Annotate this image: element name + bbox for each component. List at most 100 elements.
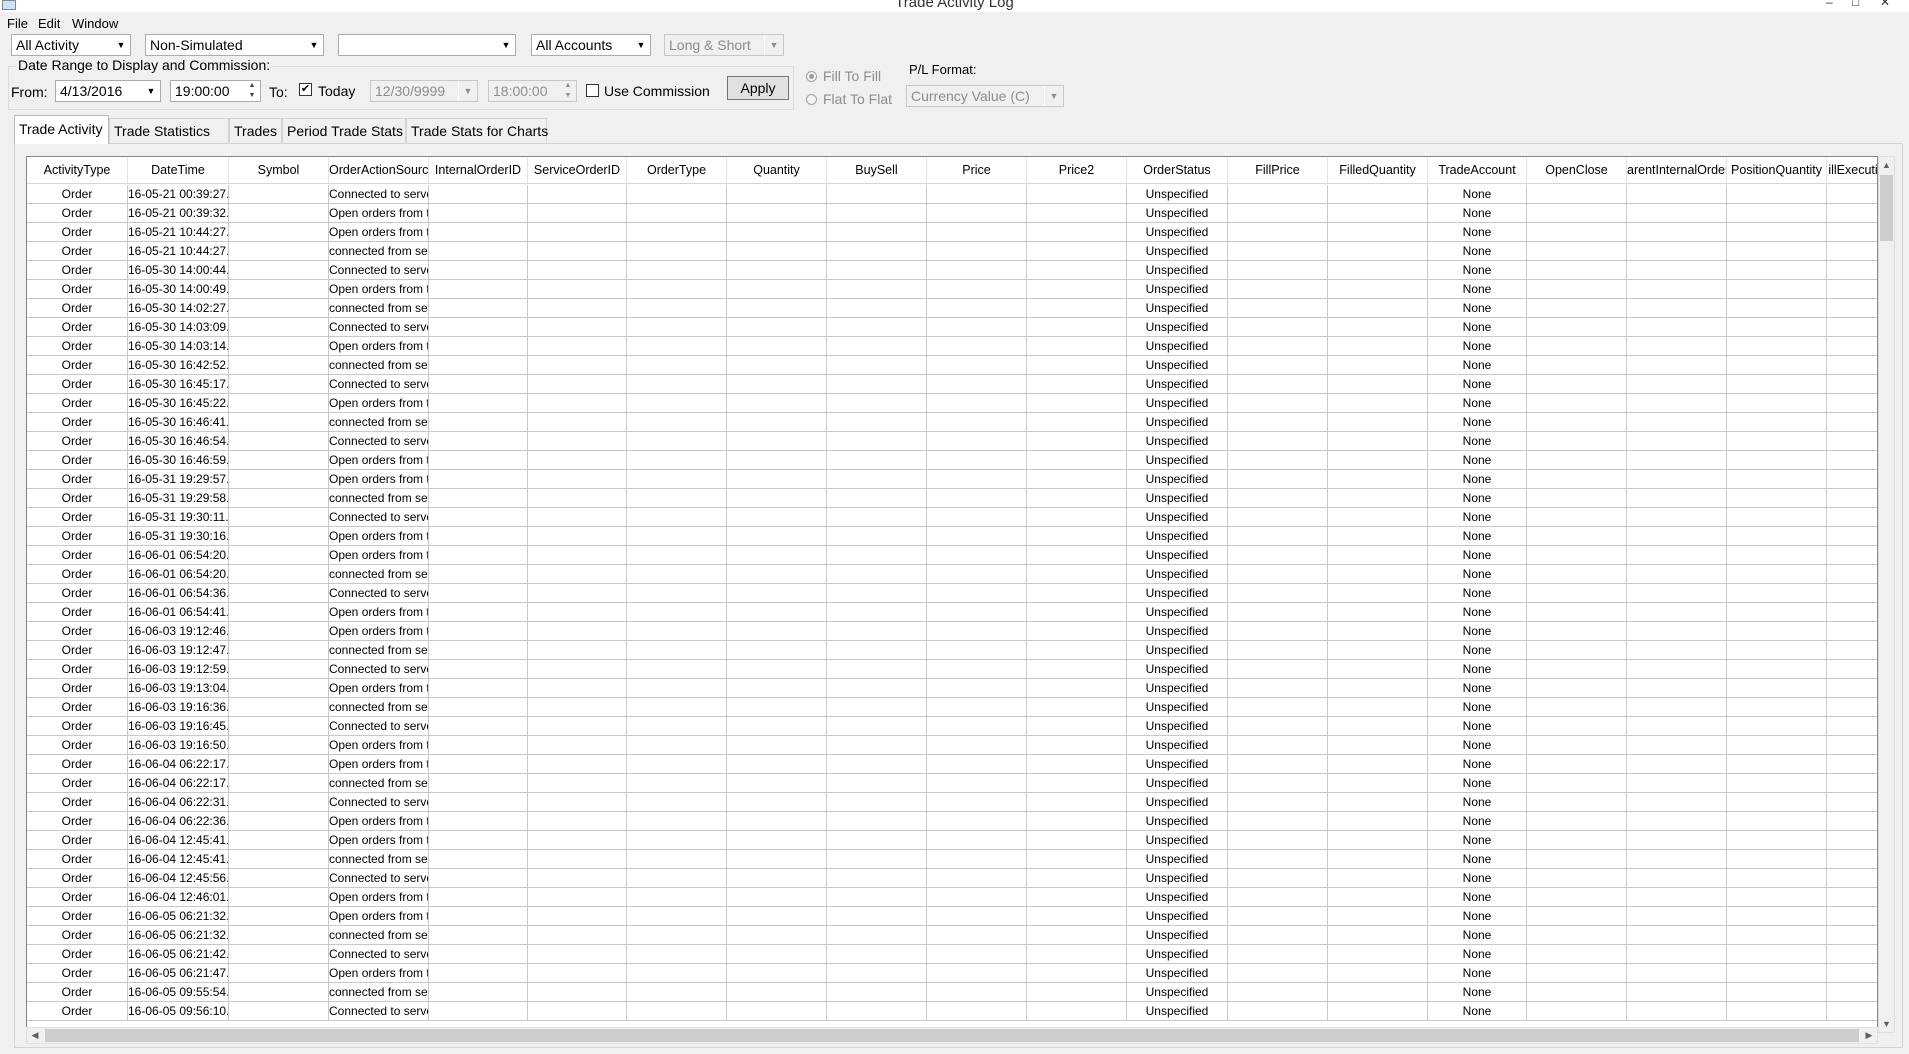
trade-activity-table[interactable]: ActivityType DateTime Symbol OrderActionSou… [26,156,1878,1033]
table-row[interactable]: Order 16-06-05 09:55:54.5 connected from s… [27,983,1877,1002]
to-date-picker[interactable]: 12/30/9999 ▼ [370,80,478,102]
table-row[interactable]: Order 16-06-04 06:22:17.4 Open orders from… [27,755,1877,774]
column-header[interactable]: OrderActionSource [329,157,429,184]
table-row[interactable]: Order 16-05-21 10:44:27.9 connected from s… [27,242,1877,261]
table-row[interactable]: Order 16-06-04 06:22:17.5 connected from s… [27,774,1877,793]
spinner-arrows-icon[interactable]: ▲ ▼ [560,81,576,101]
table-row[interactable]: Order 16-05-21 10:44:27.6 Open orders from… [27,223,1877,242]
scroll-left-icon[interactable]: ◀ [27,1028,43,1043]
table-row[interactable]: Order 16-06-04 06:22:36.6 Open orders from… [27,812,1877,831]
table-row[interactable]: Order 16-05-30 14:03:09.7 Connected to ser… [27,318,1877,337]
vertical-scroll-thumb[interactable] [1880,175,1893,241]
table-row[interactable]: Order 16-06-03 19:12:47.0 connected from s… [27,641,1877,660]
tab-trade-statistics[interactable]: Trade Statistics [109,118,229,143]
horizontal-scrollbar[interactable]: ◀ ▶ [26,1027,1878,1044]
table-row[interactable]: Order 16-06-03 19:16:36.7 connected from s… [27,698,1877,717]
table-row[interactable]: Order 16-06-05 06:21:47.2 Open orders from… [27,964,1877,983]
column-header[interactable]: FilledQuantity [1328,157,1428,184]
table-row[interactable]: Order 16-05-30 16:45:22.9 Open orders from… [27,394,1877,413]
scroll-down-icon[interactable]: ▼ [1879,1016,1894,1032]
accounts-filter-select[interactable]: All Accounts ▼ [531,34,651,56]
table-row[interactable]: Order 16-06-05 06:21:32.9 connected from s… [27,926,1877,945]
table-row[interactable]: Order 16-06-03 19:16:50.1 Open orders from… [27,736,1877,755]
horizontal-scroll-thumb[interactable] [45,1029,1859,1042]
table-row[interactable]: Order 16-05-31 19:29:57.5 Open orders from… [27,470,1877,489]
side-filter-select[interactable]: Long & Short ▼ [664,34,784,56]
column-header[interactable]: ActivityType [27,157,128,184]
simulation-filter-select[interactable]: Non-Simulated ▼ [145,34,324,56]
column-header[interactable]: ServiceOrderID [528,157,627,184]
column-header[interactable]: OrderType [627,157,727,184]
minimize-icon[interactable]: – [1826,0,1833,9]
spinner-arrows-icon[interactable]: ▲ ▼ [244,81,260,101]
table-row[interactable]: Order 16-06-04 12:45:41.4 Open orders from… [27,831,1877,850]
table-row[interactable]: Order 16-06-05 09:56:10.1 Connected to ser… [27,1002,1877,1021]
maximize-icon[interactable]: □ [1852,0,1859,9]
column-header[interactable]: InternalOrderID [429,157,528,184]
column-header[interactable]: BuySell [827,157,927,184]
table-row[interactable]: Order 16-06-05 06:21:32.6 Open orders from… [27,907,1877,926]
table-row[interactable]: Order 16-05-30 16:45:17.9 Connected to ser… [27,375,1877,394]
column-header[interactable]: Quantity [727,157,827,184]
table-row[interactable]: Order 16-05-21 00:39:32.5 Open orders from… [27,204,1877,223]
use-commission-checkbox[interactable] [586,84,599,97]
column-header[interactable]: illExecuti [1827,157,1877,184]
scroll-right-icon[interactable]: ▶ [1861,1028,1877,1043]
table-row[interactable]: Order 16-05-30 16:46:59.3 Open orders from… [27,451,1877,470]
flat-to-flat-radio[interactable] [806,94,817,105]
from-date-picker[interactable]: 4/13/2016 ▼ [55,80,161,102]
table-row[interactable]: Order 16-06-04 12:45:56.3 Connected to ser… [27,869,1877,888]
activity-filter-select[interactable]: All Activity ▼ [11,34,131,56]
column-header[interactable]: TradeAccount [1428,157,1527,184]
table-row[interactable]: Order 16-06-03 19:12:46.9 Open orders from… [27,622,1877,641]
table-row[interactable]: Order 16-05-30 14:03:14.7 Open orders from… [27,337,1877,356]
column-header[interactable]: arentInternalOrderl [1627,157,1727,184]
vertical-scrollbar[interactable]: ▲ ▼ [1878,156,1895,1033]
table-row[interactable]: Order 16-06-01 06:54:20.5 connected from s… [27,565,1877,584]
column-header[interactable]: PositionQuantity [1727,157,1827,184]
menu-window[interactable]: Window [72,16,118,31]
table-row[interactable]: Order 16-06-01 06:54:36.0 Connected to ser… [27,584,1877,603]
table-row[interactable]: Order 16-06-01 06:54:20.5 Open orders from… [27,546,1877,565]
close-icon[interactable]: ✕ [1880,0,1890,9]
table-row[interactable]: Order 16-05-30 16:46:41.7 connected from s… [27,413,1877,432]
table-row[interactable]: Order 16-05-30 14:02:27.6 connected from s… [27,299,1877,318]
scroll-up-icon[interactable]: ▲ [1879,157,1894,173]
column-header[interactable]: Price [927,157,1027,184]
tab-trade-stats-for-charts[interactable]: Trade Stats for Charts [406,118,548,143]
tab-trades[interactable]: Trades [229,118,282,143]
column-header[interactable]: OpenClose [1527,157,1627,184]
table-row[interactable]: Order 16-05-30 14:00:49.9 Open orders from… [27,280,1877,299]
table-row[interactable]: Order 16-05-30 16:42:52.5 connected from s… [27,356,1877,375]
symbol-filter-select[interactable]: ▼ [338,34,516,56]
to-time-spinner[interactable]: 18:00:00 ▲ ▼ [488,80,577,102]
table-row[interactable]: Order 16-05-31 19:30:11.9 Connected to ser… [27,508,1877,527]
pl-format-select[interactable]: Currency Value (C) ▼ [906,85,1064,107]
table-row[interactable]: Order 16-05-31 19:29:58.0 connected from s… [27,489,1877,508]
table-row[interactable]: Order 16-06-03 19:13:04.3 Open orders from… [27,679,1877,698]
table-row[interactable]: Order 16-05-30 14:00:44.9 Connected to ser… [27,261,1877,280]
table-row[interactable]: Order 16-05-21 00:39:27.5 Connected to ser… [27,185,1877,204]
from-time-spinner[interactable]: 19:00:00 ▲ ▼ [170,80,261,102]
column-header[interactable]: Symbol [229,157,329,184]
table-row[interactable]: Order 16-06-04 12:46:01.4 Open orders from… [27,888,1877,907]
menu-file[interactable]: File [7,16,28,31]
column-header[interactable]: OrderStatus [1127,157,1228,184]
table-row[interactable]: Order 16-05-30 16:46:54.3 Connected to ser… [27,432,1877,451]
today-checkbox[interactable]: ✔ [299,83,312,96]
column-header[interactable]: Price2 [1027,157,1127,184]
apply-button[interactable]: Apply [727,76,789,100]
column-header[interactable]: DateTime [128,157,229,184]
table-row[interactable]: Order 16-06-03 19:16:45.1 Connected to ser… [27,717,1877,736]
table-row[interactable]: Order 16-06-05 06:21:42.2 Connected to ser… [27,945,1877,964]
menu-edit[interactable]: Edit [38,16,60,31]
table-row[interactable]: Order 16-06-04 06:22:31.6 Connected to ser… [27,793,1877,812]
table-row[interactable]: Order 16-06-01 06:54:41.0 Open orders from… [27,603,1877,622]
table-row[interactable]: Order 16-06-03 19:12:59.3 Connected to ser… [27,660,1877,679]
tab-period-trade-stats[interactable]: Period Trade Stats [282,118,406,143]
table-row[interactable]: Order 16-05-31 19:30:16.9 Open orders from… [27,527,1877,546]
column-header[interactable]: FillPrice [1228,157,1328,184]
fill-to-fill-radio[interactable] [806,71,817,82]
table-row[interactable]: Order 16-06-04 12:45:41.5 connected from s… [27,850,1877,869]
tab-trade-activity[interactable]: Trade Activity [14,115,109,144]
